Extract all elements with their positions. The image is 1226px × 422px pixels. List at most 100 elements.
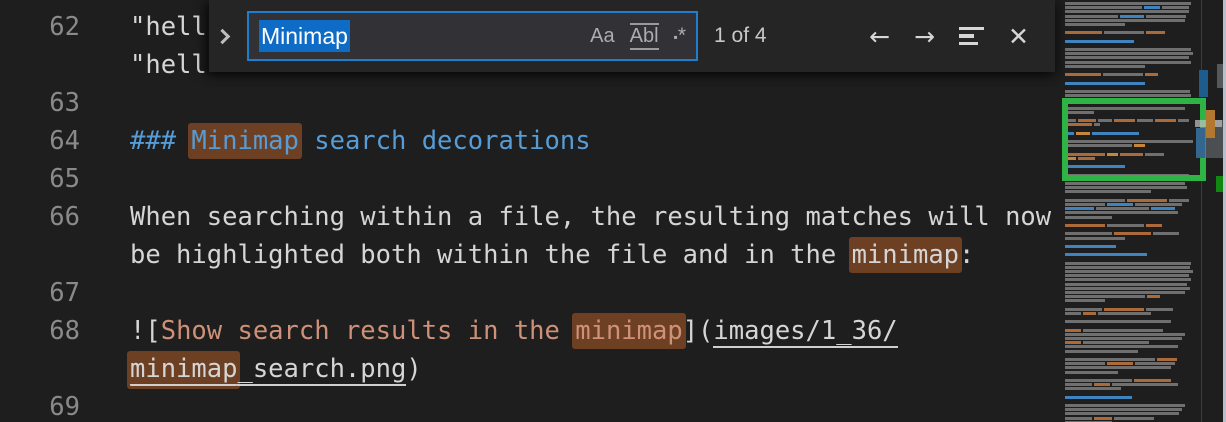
search-match-highlight: minimap	[852, 240, 959, 270]
close-button[interactable]: ✕	[1008, 24, 1029, 49]
minimap-text-run	[1107, 362, 1134, 365]
minimap-separator	[1201, 0, 1202, 422]
minimap-text-run	[1065, 291, 1185, 294]
minimap-text-run	[1065, 90, 1190, 93]
minimap-text-run	[1065, 371, 1118, 374]
minimap-text-run	[1065, 266, 1190, 269]
code-line[interactable]: "hell	[130, 8, 207, 46]
minimap-text-run	[1065, 211, 1178, 214]
regex-button[interactable]: ▪*	[674, 24, 686, 48]
whole-word-button[interactable]: Abl	[630, 23, 659, 50]
annotation-highlight-box	[1062, 98, 1206, 181]
code-segment: "hell	[130, 50, 207, 80]
minimap-text-run	[1065, 2, 1191, 5]
selected-text: Minimap	[259, 20, 350, 52]
minimap-text-run	[1107, 203, 1134, 206]
line-number: 69	[0, 388, 80, 422]
code-line-row[interactable]: 66When searching within a file, the resu…	[0, 198, 1226, 236]
minimap-text-run	[1065, 245, 1116, 248]
code-line[interactable]: be highlighted both within the file and …	[130, 236, 974, 274]
minimap-text-run	[1065, 216, 1112, 219]
minimap-text-run	[1065, 186, 1187, 189]
find-query-text: Minimap	[259, 23, 350, 50]
minimap-text-run	[1114, 417, 1154, 420]
minimap-text-run	[1135, 362, 1175, 365]
code-line-row[interactable]: minimap_search.png)	[0, 350, 1226, 388]
minimap-text-run	[1146, 224, 1162, 227]
code-line[interactable]: When searching within a file, the result…	[130, 198, 1051, 236]
code-line[interactable]: minimap_search.png)	[130, 350, 422, 388]
minimap-text-run	[1065, 387, 1121, 390]
toggle-replace-button[interactable]	[209, 0, 239, 72]
line-number: 62	[0, 8, 80, 46]
code-segment: ](	[683, 316, 714, 346]
minimap-text-run	[1065, 278, 1191, 281]
search-match-highlight: Minimap	[191, 126, 298, 156]
code-segment: Show search results in the	[161, 316, 576, 346]
code-segment: _search.png	[237, 354, 406, 386]
minimap-text-run	[1065, 52, 1193, 55]
minimap-text-run	[1104, 308, 1144, 311]
code-line-row[interactable]: 65	[0, 160, 1226, 198]
minimap-text-run	[1065, 182, 1185, 185]
minimap-text-run	[1112, 383, 1179, 386]
minimap-text-run	[1065, 383, 1092, 386]
match-case-button[interactable]: Aa	[590, 25, 614, 48]
code-line-row[interactable]: 69	[0, 388, 1226, 422]
find-in-selection-button[interactable]	[959, 27, 984, 46]
find-widget: Minimap Aa Abl ▪* 1 of 4 ← → ✕	[209, 0, 1055, 72]
line-number: 63	[0, 84, 80, 122]
code-line[interactable]: ![Show search results in the minimap](im…	[130, 312, 898, 350]
minimap-text-run	[1065, 329, 1081, 332]
minimap-text-run	[1065, 94, 1191, 97]
minimap-text-run	[1065, 350, 1138, 353]
minimap-text-run	[1151, 207, 1175, 210]
line-number: 65	[0, 160, 80, 198]
minimap-text-run	[1065, 396, 1132, 399]
code-line-row[interactable]: 68 ![Show search results in the minimap](…	[0, 312, 1226, 350]
overview-ruler-decoration-blue	[1199, 70, 1208, 97]
minimap-text-run	[1169, 199, 1189, 202]
minimap-text-run	[1104, 31, 1144, 34]
code-line-row[interactable]: 67	[0, 274, 1226, 312]
minimap-text-run	[1127, 199, 1167, 202]
minimap-text-run	[1147, 295, 1160, 298]
code-line-row[interactable]: be highlighted both within the file and …	[0, 236, 1226, 274]
minimap-text-run	[1065, 345, 1178, 348]
line-number: 68	[0, 312, 80, 350]
minimap-text-run	[1065, 287, 1190, 290]
minimap-text-run	[1065, 358, 1155, 361]
code-line[interactable]: ### Minimap search decorations	[130, 122, 591, 160]
minimap-text-run	[1146, 308, 1173, 311]
minimap-text-run	[1065, 283, 1187, 286]
minimap-text-run	[1065, 82, 1145, 85]
find-input[interactable]: Minimap Aa Abl ▪*	[247, 11, 698, 61]
code-segment: When searching within a file, the result…	[130, 202, 1051, 232]
code-line[interactable]: "hell	[130, 46, 207, 84]
minimap-text-run	[1065, 73, 1101, 76]
minimap-text-run	[1065, 31, 1102, 34]
minimap-text-run	[1083, 329, 1163, 332]
next-match-button[interactable]: →	[914, 24, 935, 49]
code-segment: ###	[130, 126, 191, 156]
minimap-text-run	[1103, 73, 1143, 76]
minimap-text-run	[1065, 65, 1145, 68]
minimap-text-run	[1120, 15, 1144, 18]
minimap[interactable]	[1065, 2, 1198, 422]
minimap-text-run	[1065, 190, 1151, 193]
minimap-text-run	[1065, 15, 1118, 18]
minimap-text-run	[1065, 6, 1142, 9]
code-line-row[interactable]: 63	[0, 84, 1226, 122]
minimap-text-run	[1065, 40, 1134, 43]
minimap-text-run	[1065, 295, 1145, 298]
code-segment: )	[406, 354, 421, 384]
minimap-text-run	[1065, 237, 1125, 240]
minimap-text-run	[1065, 203, 1105, 206]
minimap-text-run	[1114, 232, 1151, 235]
minimap-text-run	[1083, 341, 1150, 344]
minimap-text-run	[1065, 341, 1081, 344]
minimap-text-run	[1065, 412, 1179, 415]
previous-match-button[interactable]: ←	[869, 24, 890, 49]
minimap-text-run	[1065, 23, 1125, 26]
code-line-row[interactable]: 64### Minimap search decorations	[0, 122, 1226, 160]
